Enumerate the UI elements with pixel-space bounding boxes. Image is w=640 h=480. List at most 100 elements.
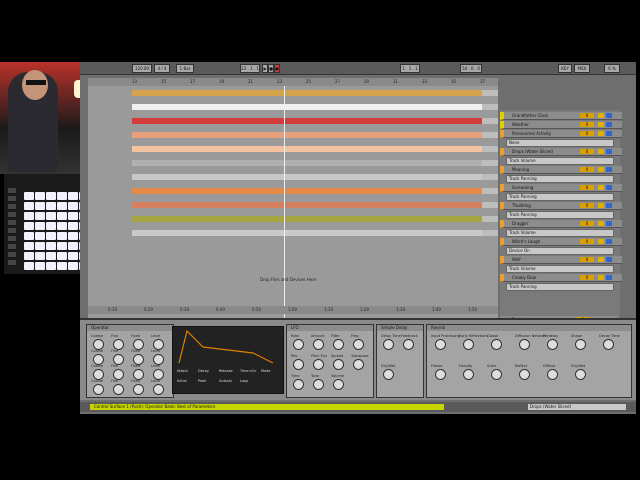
track-header[interactable]: Paranormal Activity 0 xyxy=(500,130,622,138)
envelope-param[interactable]: Loop xyxy=(240,379,248,383)
envelope-param[interactable]: Attack xyxy=(177,369,188,373)
automation-chooser[interactable]: Track Panning xyxy=(506,283,614,291)
quantize-menu[interactable]: 1 Bar xyxy=(176,64,194,73)
track-volume[interactable]: 0 xyxy=(580,203,594,208)
envelope-param[interactable]: Peak xyxy=(198,379,206,383)
reverb-knob[interactable] xyxy=(491,369,502,380)
track-header[interactable]: Screaming 0 xyxy=(500,184,622,192)
automation-chooser[interactable]: Track Panning xyxy=(506,193,614,201)
track-volume[interactable]: 0 xyxy=(580,131,594,136)
envelope-display[interactable]: Attack Decay Release Time<0> Mode Initial Peak… xyxy=(172,326,284,394)
operator-knob[interactable] xyxy=(153,384,164,395)
arm-button[interactable] xyxy=(606,122,612,127)
arrangement-clip[interactable] xyxy=(132,160,482,166)
arm-button[interactable] xyxy=(606,257,612,262)
arrangement-clip[interactable] xyxy=(132,90,482,96)
track-volume[interactable]: 0 xyxy=(580,257,594,262)
reverb-knob[interactable] xyxy=(603,339,614,350)
lfo-knob[interactable] xyxy=(313,339,324,350)
automation-chooser[interactable]: Track Volume xyxy=(506,157,614,165)
solo-button[interactable] xyxy=(598,257,604,262)
lfo-knob[interactable] xyxy=(313,379,324,390)
track-volume[interactable]: 0 xyxy=(580,221,594,226)
reverb-knob[interactable] xyxy=(463,339,474,350)
automation-chooser[interactable]: Track Volume xyxy=(506,229,614,237)
automation-chooser[interactable]: Track Volume xyxy=(506,265,614,273)
midi-map-button[interactable]: MIDI xyxy=(574,64,590,73)
delay-knob[interactable] xyxy=(383,339,394,350)
track-volume[interactable]: 0 xyxy=(580,185,594,190)
arrangement-clip[interactable] xyxy=(132,188,482,194)
reverb-knob[interactable] xyxy=(519,369,530,380)
envelope-param[interactable]: Mode xyxy=(261,369,271,373)
reverb-knob[interactable] xyxy=(435,369,446,380)
reverb-knob[interactable] xyxy=(491,339,502,350)
track-header[interactable]: Drops (Water Sliced) 0 xyxy=(500,148,622,156)
lfo-knob[interactable] xyxy=(333,339,344,350)
solo-button[interactable] xyxy=(598,203,604,208)
delay-knob[interactable] xyxy=(383,369,394,380)
lfo-knob[interactable] xyxy=(293,379,304,390)
time-ruler[interactable]: 0:10 0:20 0:30 0:40 0:50 1:00 1:10 1:20 1:30 1:40… xyxy=(88,306,498,314)
automation-chooser[interactable]: Track Panning xyxy=(506,211,614,219)
envelope-param[interactable]: Decay xyxy=(198,369,209,373)
solo-button[interactable] xyxy=(598,149,604,154)
reverb-knob[interactable] xyxy=(575,369,586,380)
lfo-knob[interactable] xyxy=(313,359,324,370)
track-volume[interactable]: 0 xyxy=(580,113,594,118)
track-volume[interactable]: 0 xyxy=(580,149,594,154)
lfo-knob[interactable] xyxy=(333,359,344,370)
lfo-title[interactable]: LFO xyxy=(287,325,373,331)
track-volume[interactable]: 0 xyxy=(580,122,594,127)
solo-button[interactable] xyxy=(598,131,604,136)
solo-button[interactable] xyxy=(598,167,604,172)
arm-button[interactable] xyxy=(606,131,612,136)
solo-button[interactable] xyxy=(598,275,604,280)
reverb-knob[interactable] xyxy=(547,369,558,380)
arrangement-clip[interactable] xyxy=(132,202,482,208)
lfo-knob[interactable] xyxy=(353,359,364,370)
automation-chooser[interactable]: Track Panning xyxy=(506,175,614,183)
reverb-knob[interactable] xyxy=(547,339,558,350)
arrangement-clip[interactable] xyxy=(132,174,482,180)
tempo-field[interactable]: 120.00 xyxy=(132,64,152,73)
track-header[interactable]: Wolf 0 xyxy=(500,256,622,264)
solo-button[interactable] xyxy=(598,122,604,127)
lfo-knob[interactable] xyxy=(293,359,304,370)
operator-knob[interactable] xyxy=(93,384,104,395)
operator-title[interactable]: Operator xyxy=(87,325,173,331)
track-header[interactable]: Witch's Laugh 0 xyxy=(500,238,622,246)
selected-track-field[interactable]: Drops (Water Sliced) xyxy=(528,404,626,410)
operator-knob[interactable] xyxy=(113,384,124,395)
track-header[interactable]: Dragger 0 xyxy=(500,220,622,228)
solo-button[interactable] xyxy=(598,113,604,118)
reverb-knob[interactable] xyxy=(463,369,474,380)
time-signature[interactable]: 4 / 4 xyxy=(154,64,170,73)
reverb-knob[interactable] xyxy=(575,339,586,350)
reverb-title[interactable]: Reverb xyxy=(427,325,631,331)
solo-button[interactable] xyxy=(598,185,604,190)
lfo-knob[interactable] xyxy=(353,339,364,350)
record-button[interactable]: ● xyxy=(274,64,280,73)
arm-button[interactable] xyxy=(606,203,612,208)
key-map-button[interactable]: KEY xyxy=(558,64,572,73)
track-volume[interactable]: 0 xyxy=(580,275,594,280)
lfo-knob[interactable] xyxy=(293,339,304,350)
reverb-knob[interactable] xyxy=(435,339,446,350)
envelope-param[interactable]: Initial xyxy=(177,379,187,383)
arrangement-clip[interactable] xyxy=(132,230,482,236)
automation-chooser[interactable]: Device On xyxy=(506,247,614,255)
envelope-param[interactable]: Release xyxy=(219,369,233,373)
arm-button[interactable] xyxy=(606,221,612,226)
arm-button[interactable] xyxy=(606,113,612,118)
arm-button[interactable] xyxy=(606,167,612,172)
track-header[interactable]: Creaky Door 0 xyxy=(500,274,622,282)
envelope-param[interactable]: Sustain xyxy=(219,379,232,383)
track-volume[interactable]: 0 xyxy=(580,167,594,172)
arrangement-clip[interactable] xyxy=(132,132,482,138)
arm-button[interactable] xyxy=(606,149,612,154)
reverb-knob[interactable] xyxy=(519,339,530,350)
track-header[interactable]: Grandfather Clock 0 xyxy=(500,112,622,120)
arrangement-clip[interactable] xyxy=(132,146,482,152)
position-field[interactable]: 23 . 1 . 1 xyxy=(240,64,260,73)
